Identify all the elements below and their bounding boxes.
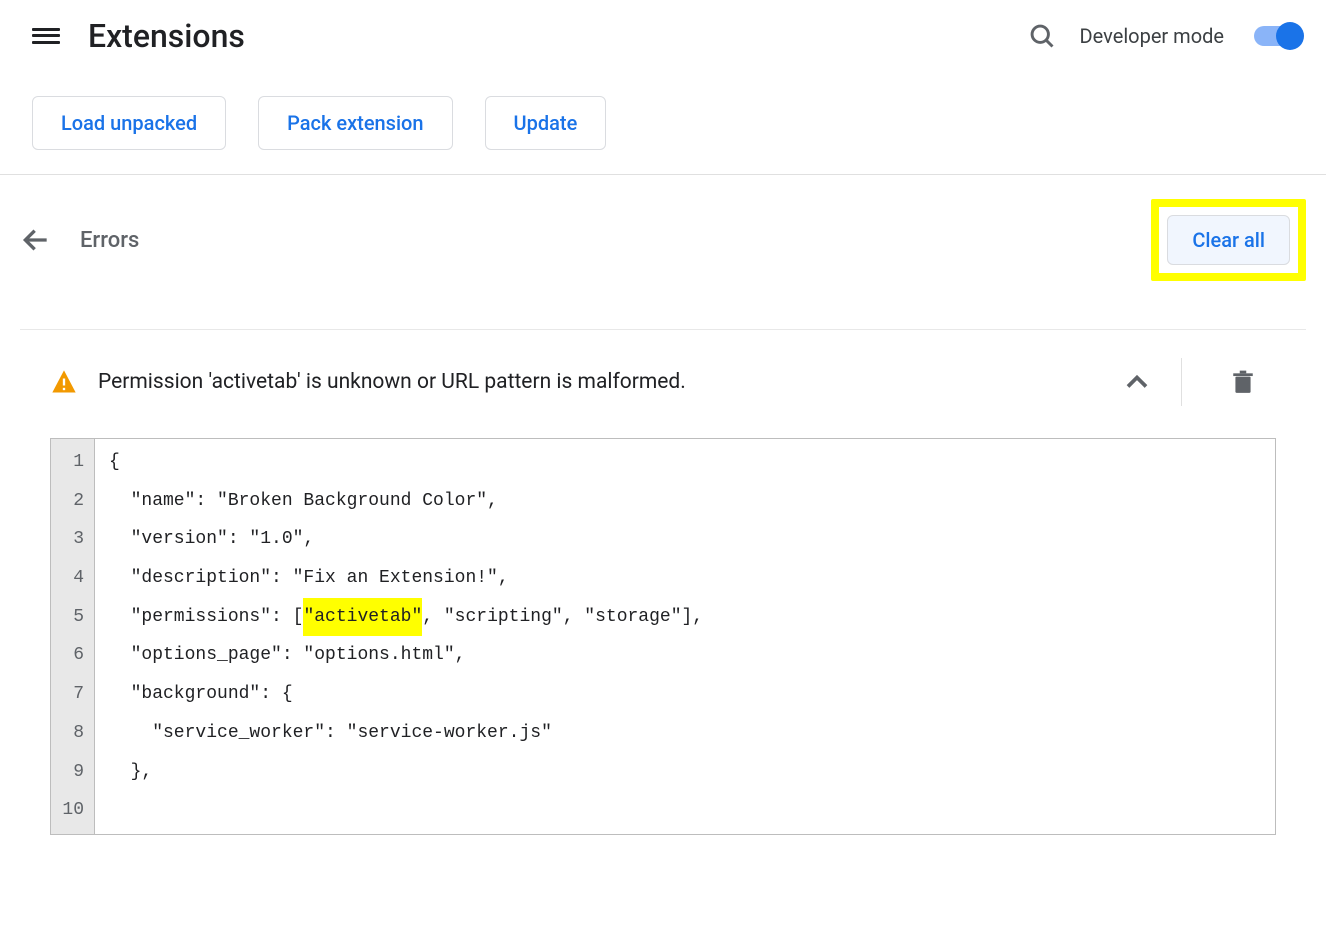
code-line: { <box>109 443 1261 482</box>
code-content: { "name": "Broken Background Color", "ve… <box>95 439 1275 834</box>
code-line: }, <box>109 753 1261 792</box>
load-unpacked-button[interactable]: Load unpacked <box>32 96 226 150</box>
back-arrow-icon[interactable] <box>20 224 52 256</box>
line-number: 3 <box>61 520 84 559</box>
line-number: 1 <box>61 443 84 482</box>
warning-icon <box>50 368 78 396</box>
errors-title: Errors <box>80 228 1151 253</box>
update-button[interactable]: Update <box>485 96 607 150</box>
menu-icon[interactable] <box>32 22 60 50</box>
code-line: "service_worker": "service-worker.js" <box>109 714 1261 753</box>
clear-all-button[interactable]: Clear all <box>1167 215 1290 265</box>
line-number: 2 <box>61 482 84 521</box>
divider <box>20 329 1306 330</box>
toolbar: Load unpacked Pack extension Update <box>0 72 1326 175</box>
pack-extension-button[interactable]: Pack extension <box>258 96 452 150</box>
trash-icon[interactable] <box>1230 369 1256 395</box>
line-number: 5 <box>61 598 84 637</box>
error-message: Permission 'activetab' is unknown or URL… <box>98 370 1119 394</box>
line-number: 6 <box>61 636 84 675</box>
errors-bar: Errors Clear all <box>0 175 1326 305</box>
error-item: Permission 'activetab' is unknown or URL… <box>50 354 1276 835</box>
error-header: Permission 'activetab' is unknown or URL… <box>50 354 1276 410</box>
header: Extensions Developer mode <box>0 0 1326 72</box>
line-number: 4 <box>61 559 84 598</box>
clear-all-highlight: Clear all <box>1151 199 1306 281</box>
developer-mode-toggle[interactable] <box>1254 26 1302 46</box>
code-block: 12345678910 { "name": "Broken Background… <box>50 438 1276 835</box>
code-line: "name": "Broken Background Color", <box>109 482 1261 521</box>
line-number: 7 <box>61 675 84 714</box>
chevron-up-icon[interactable] <box>1119 364 1155 400</box>
code-gutter: 12345678910 <box>51 439 95 834</box>
line-number: 8 <box>61 714 84 753</box>
code-line: "permissions": ["activetab", "scripting"… <box>109 598 1261 637</box>
page-title: Extensions <box>88 17 1028 55</box>
code-line <box>109 791 1261 830</box>
vertical-divider <box>1181 358 1182 406</box>
code-line: "options_page": "options.html", <box>109 636 1261 675</box>
code-highlight: "activetab" <box>303 598 422 637</box>
search-icon[interactable] <box>1028 22 1056 50</box>
code-line: "background": { <box>109 675 1261 714</box>
code-line: "description": "Fix an Extension!", <box>109 559 1261 598</box>
line-number: 10 <box>61 791 84 830</box>
developer-mode-label: Developer mode <box>1080 24 1224 48</box>
code-line: "version": "1.0", <box>109 520 1261 559</box>
line-number: 9 <box>61 753 84 792</box>
